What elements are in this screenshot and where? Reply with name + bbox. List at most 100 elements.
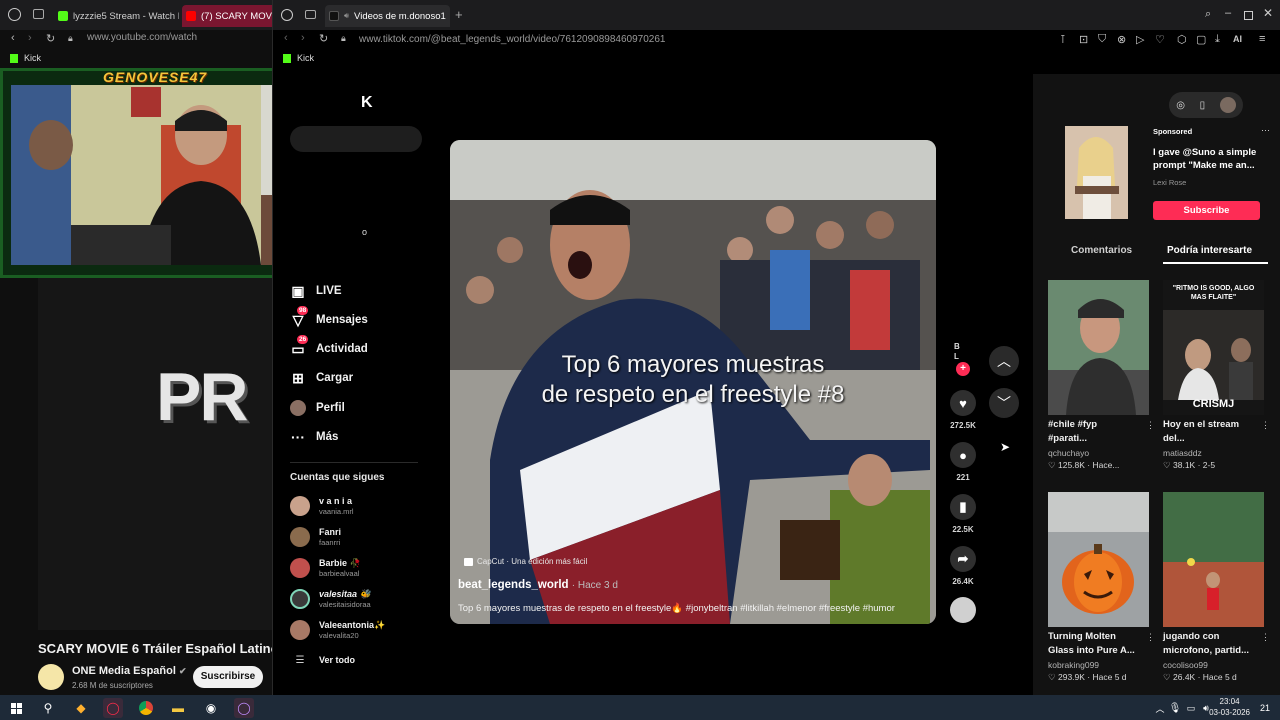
chrome-icon[interactable] — [136, 698, 156, 718]
sidebar-item-messages[interactable]: ▽ 98 Mensajes — [290, 306, 368, 332]
tab-recommendations[interactable]: Podría interesarte — [1167, 245, 1252, 256]
bookmark-kick[interactable]: Kick — [297, 53, 314, 63]
search-icon[interactable]: ⚲ — [38, 698, 58, 718]
card-more-icon[interactable]: ⋮ — [1261, 632, 1270, 643]
share-button[interactable]: ➦ 26.4K — [948, 546, 978, 586]
close-icon[interactable]: ✕ — [1263, 6, 1273, 20]
notifications-icon[interactable]: 21 — [1255, 698, 1275, 718]
follow-plus-icon[interactable]: + — [956, 362, 970, 376]
sidebar-item-upload[interactable]: ⊞ Cargar — [290, 366, 353, 390]
menu-icon[interactable]: ≡ — [1259, 33, 1265, 45]
forward-icon[interactable]: › — [28, 32, 32, 44]
panel-toolbar: ◎ ▯ — [1169, 92, 1243, 118]
audio-icon[interactable]: 🔊︎ — [344, 11, 349, 21]
sidebar-item-live[interactable]: ▣ LIVE — [290, 279, 341, 303]
app-icon[interactable]: ◉ — [201, 698, 221, 718]
following-account[interactable]: v a n i a vaania.mrl — [290, 494, 354, 518]
tab-kick-stream[interactable]: lyzzzie5 Stream - Watch L — [54, 5, 179, 27]
back-icon[interactable]: ‹ — [284, 32, 288, 44]
opera-gx-icon[interactable]: ◯ — [234, 698, 254, 718]
tab-tiktok[interactable]: 🔊︎ Videos de m.donoso1 — [325, 5, 450, 27]
new-tab-icon[interactable]: + — [455, 7, 463, 22]
sidebar-item-profile[interactable]: Perfil — [290, 396, 345, 420]
ai-button[interactable]: AI — [1233, 34, 1242, 44]
sidebar-item-more[interactable]: ··· Más — [290, 425, 338, 449]
reload-icon[interactable]: ↻ — [46, 32, 55, 45]
front-url[interactable]: www.tiktok.com/@beat_legends_world/video… — [359, 34, 665, 45]
copilot-icon[interactable]: ◆ — [71, 698, 91, 718]
following-account[interactable]: Barbie 🥀 barbiealvaal — [290, 556, 361, 580]
save-button[interactable]: ▮ 22.5K — [948, 494, 978, 534]
creator-avatar[interactable]: BL + — [948, 342, 978, 376]
bookmark-kick[interactable]: Kick — [24, 53, 41, 63]
card-more-icon[interactable]: ⋮ — [1146, 420, 1155, 431]
search-icon[interactable]: ⌕ — [1205, 8, 1211, 21]
play-icon[interactable]: ▷ — [1136, 33, 1144, 46]
video-thumbnail — [1048, 492, 1149, 627]
tab-comments[interactable]: Comentarios — [1071, 245, 1132, 256]
search-input[interactable] — [290, 126, 422, 152]
back-icon[interactable]: ‹ — [11, 32, 15, 44]
recommended-video[interactable]: "RITMO IS GOOD, ALGO MAS FLAITE" CRISMJ … — [1163, 280, 1270, 471]
opera-taskbar-icon[interactable]: ◯ — [103, 698, 123, 718]
system-clock[interactable]: 23:04 03-03-2026 — [1209, 696, 1250, 718]
see-all-link[interactable]: ☰ Ver todo — [290, 648, 356, 672]
previous-video-button[interactable]: ︿ — [989, 346, 1019, 376]
kick-bookmark-icon — [10, 54, 18, 63]
card-more-icon[interactable]: ⋮ — [1261, 420, 1270, 431]
shield-icon[interactable]: ⛉ — [1098, 33, 1106, 46]
channel-name[interactable]: ONE Media Español ✔ — [72, 665, 187, 677]
recommended-video[interactable]: Turning Molten Glass into Pure A... kobr… — [1048, 492, 1155, 683]
recommended-video[interactable]: #chile #fyp #parati... qchuchayo ♡ 125.8… — [1048, 280, 1155, 471]
chevron-down-icon: ﹀ — [997, 395, 1011, 411]
user-avatar[interactable] — [1219, 97, 1236, 113]
subscriber-count: 2.68 M de suscriptores — [72, 681, 153, 690]
phone-icon[interactable]: ▯ — [1200, 100, 1206, 111]
profile-icon — [290, 400, 306, 416]
ad-subscribe-button[interactable]: Subscribe — [1153, 201, 1260, 220]
pin-icon[interactable]: ⊺ — [1060, 33, 1066, 46]
tiktok-logo-icon[interactable]: K — [361, 94, 373, 112]
following-account[interactable]: Valeeantonia✨ valevalita20 — [290, 618, 385, 642]
maximize-icon[interactable] — [1244, 11, 1253, 20]
heart-outline-icon: ♡ — [1048, 672, 1056, 682]
ad-thumbnail[interactable] — [1065, 126, 1128, 219]
subscribe-button[interactable]: Suscribirse — [193, 666, 263, 688]
windows-taskbar: ⚲ ◆ ◯ ▬ ◉ ◯ ︿ 🎙︎ ▭ 🔊︎ 23:04 03-03-2026 2… — [0, 695, 1280, 720]
webcam-name: GENOVESE47 — [103, 69, 208, 85]
capcut-tag[interactable]: CapCut · Una edición más fácil — [464, 557, 587, 566]
snapshot-icon[interactable]: ⊡ — [1079, 33, 1088, 46]
youtube-video-player[interactable]: PR — [38, 278, 278, 630]
forward-icon[interactable]: › — [301, 32, 305, 44]
like-button[interactable]: ♥ 272.5K — [948, 390, 978, 430]
workspace-icon[interactable] — [33, 9, 44, 19]
channel-avatar[interactable] — [38, 664, 64, 690]
front-bookmarks-bar: Kick — [273, 50, 1280, 68]
video-author[interactable]: beat_legends_world · Hace 3 d — [458, 579, 618, 591]
following-account[interactable]: valesitaa 🐝 valesitaisidoraa — [290, 587, 371, 611]
minimize-icon[interactable]: – — [1225, 7, 1231, 19]
following-account[interactable]: Fanri faanrri — [290, 525, 341, 549]
back-url[interactable]: www.youtube.com/watch — [87, 32, 197, 43]
next-video-button[interactable]: ﹀ — [989, 388, 1019, 418]
compass-icon[interactable]: ◎ — [1176, 100, 1185, 111]
main-video[interactable]: Top 6 mayores muestras de respeto en el … — [450, 140, 936, 624]
heart-icon[interactable]: ♡ — [1155, 33, 1165, 46]
opera-logo-icon[interactable] — [8, 8, 21, 21]
reload-icon[interactable]: ↻ — [319, 32, 328, 45]
opera-logo-icon[interactable] — [281, 9, 293, 21]
ad-more-icon[interactable]: ··· — [1261, 125, 1270, 135]
sound-disc[interactable] — [948, 597, 978, 628]
windows-start-icon[interactable] — [6, 698, 26, 718]
workspace-icon[interactable] — [305, 10, 316, 19]
wallet-icon[interactable]: ▢ — [1196, 33, 1206, 46]
recommended-video[interactable]: jugando con microfono, partid... cocolis… — [1163, 492, 1270, 683]
comment-button[interactable]: ● 221 — [948, 442, 978, 482]
download-icon[interactable]: ⤓ — [1215, 33, 1220, 46]
extensions-icon[interactable]: ⬡ — [1177, 33, 1187, 46]
sidebar-item-activity[interactable]: ▭ 26 Actividad — [290, 335, 368, 361]
card-more-icon[interactable]: ⋮ — [1146, 632, 1155, 643]
vpn-icon[interactable]: ⊗ — [1117, 33, 1126, 46]
file-explorer-icon[interactable]: ▬ — [168, 698, 188, 718]
tab-youtube[interactable]: (7) SCARY MOVIE 6 — [182, 5, 277, 27]
